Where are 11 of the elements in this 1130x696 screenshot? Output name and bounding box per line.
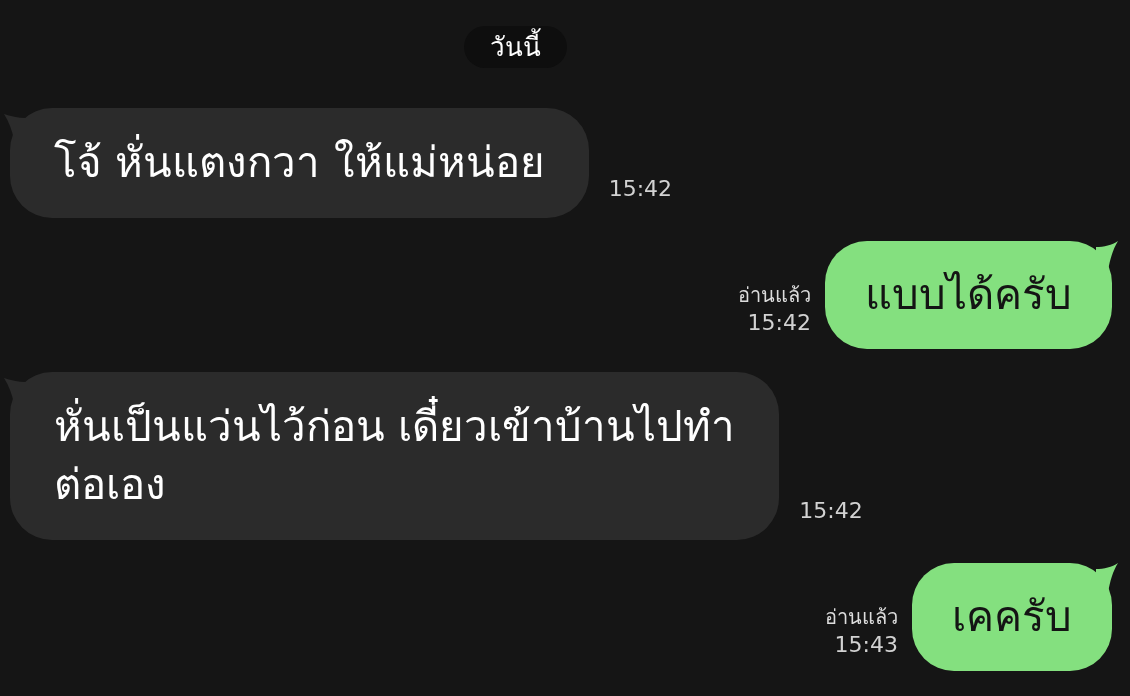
message-text: หั่นเป็นแว่นไว้ก่อน เดี๋ยวเข้าบ้านไปทำ ต่อเอง [54,398,736,514]
read-status: อ่านแล้ว [825,604,898,631]
message-text: เคครับ [952,591,1072,643]
message-text: แบบได้ครับ [865,269,1072,321]
message-time: 15:43 [834,631,898,659]
message-time: 15:42 [799,498,863,524]
date-label: วันนี้ [463,26,567,68]
message-text: โจ้ หั่นแตงกวา ให้แม่หน่อย [54,134,545,192]
message-time: 15:42 [608,176,673,202]
message-time: 15:42 [747,309,811,337]
read-status: อ่านแล้ว [738,282,811,309]
